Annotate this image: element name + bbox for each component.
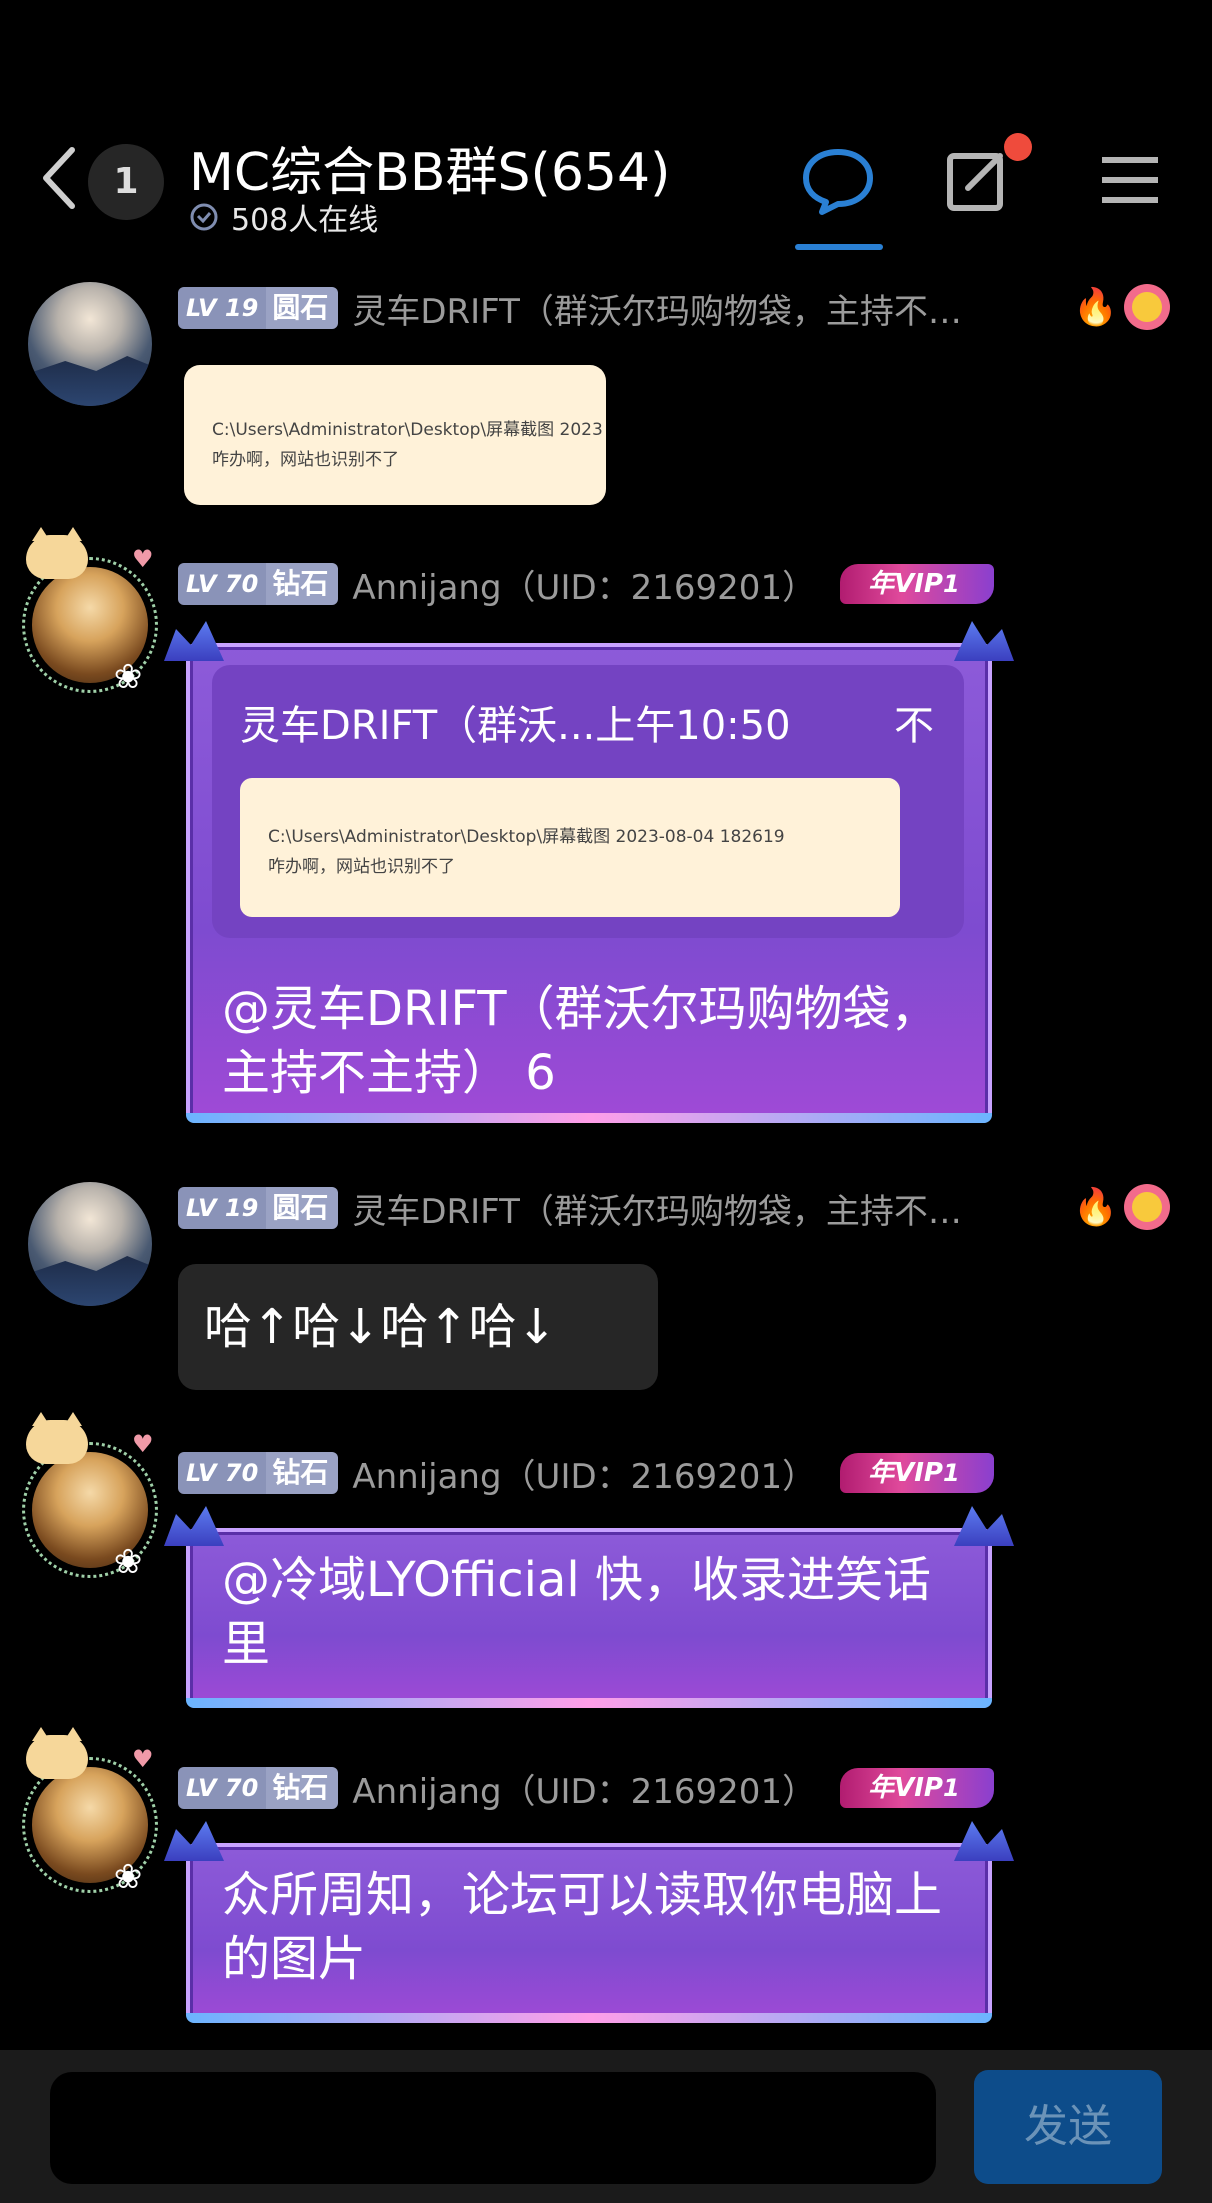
level-badge: LV 19 圆石 bbox=[178, 1187, 339, 1229]
message-text: @灵车DRIFT（群沃尔玛购物袋，主持不主持） 6 bbox=[222, 981, 939, 1101]
vip-label: 年VIP bbox=[868, 1458, 943, 1488]
avatar[interactable] bbox=[28, 1182, 152, 1306]
image-text-line: C:\Users\Administrator\Desktop\屏幕截图 2023… bbox=[268, 827, 785, 847]
chat-header: 1 MC综合BB群S(654) 508人在线 bbox=[0, 0, 1212, 255]
level-number: LV 70 bbox=[178, 563, 267, 605]
vip-level: 1 bbox=[942, 1459, 960, 1487]
username[interactable]: Annijang（UID：2169201） bbox=[352, 1764, 816, 1813]
vip-badge: 年VIP1 bbox=[840, 564, 994, 604]
image-text-line: C:\Users\Administrator\Desktop\屏幕截图 2023 bbox=[212, 420, 603, 440]
user-badges: 🔥 bbox=[1073, 1184, 1170, 1230]
message-bubble[interactable]: 哈↑哈↓哈↑哈↓ bbox=[178, 1264, 658, 1390]
message-item: ♥ ❀ LV 70 钻石 Annijang（UID：2169201） 年VIP1 … bbox=[0, 527, 1212, 1135]
level-number: LV 70 bbox=[178, 1452, 267, 1494]
message-bubble[interactable]: @冷域LYOfficial 快，收录进笑话里 bbox=[186, 1528, 992, 1708]
quoted-image[interactable]: C:\Users\Administrator\Desktop\屏幕截图 2023… bbox=[240, 778, 900, 917]
username[interactable]: Annijang（UID：2169201） bbox=[352, 560, 816, 609]
fire-icon: 🔥 bbox=[1073, 1187, 1118, 1228]
level-rank: 钻石 bbox=[266, 1767, 339, 1809]
level-number: LV 19 bbox=[178, 1187, 267, 1229]
input-bar: 发送 bbox=[0, 2050, 1212, 2203]
username[interactable]: 灵车DRIFT（群沃尔玛购物袋，主持不… bbox=[352, 284, 962, 333]
message-item: LV 19 圆石 灵车DRIFT（群沃尔玛购物袋，主持不… 🔥 哈↑哈↓哈↑哈↓ bbox=[0, 1180, 1212, 1395]
message-text: @冷域LYOfficial 快，收录进笑话里 bbox=[222, 1552, 931, 1672]
level-rank: 钻石 bbox=[266, 563, 339, 605]
online-check-icon bbox=[190, 203, 218, 231]
level-rank: 圆石 bbox=[266, 287, 339, 329]
image-message[interactable]: C:\Users\Administrator\Desktop\屏幕截图 2023… bbox=[184, 365, 606, 505]
avatar[interactable]: ♥ ❀ bbox=[14, 527, 166, 697]
level-rank: 钻石 bbox=[266, 1452, 339, 1494]
online-status: 508人在线 bbox=[189, 195, 378, 239]
message-item: ♥ ❀ LV 70 钻石 Annijang（UID：2169201） 年VIP1 … bbox=[0, 1412, 1212, 1715]
group-title: MC综合BB群S(654) bbox=[189, 143, 671, 203]
message-meta: LV 19 圆石 灵车DRIFT（群沃尔玛购物袋，主持不… bbox=[178, 1184, 962, 1233]
menu-icon[interactable] bbox=[1090, 140, 1170, 220]
message-input[interactable] bbox=[50, 2072, 936, 2184]
avatar[interactable]: ♥ ❀ bbox=[14, 1727, 166, 1897]
image-text-line: 咋办啊，网站也识别不了 bbox=[212, 450, 399, 470]
notification-dot bbox=[1004, 133, 1032, 161]
level-number: LV 19 bbox=[178, 287, 267, 329]
quote-expand-button[interactable]: 不 bbox=[894, 693, 934, 751]
level-badge: LV 70 钻石 bbox=[178, 563, 339, 605]
quote-header: 灵车DRIFT（群沃...上午10:50 bbox=[240, 703, 791, 749]
level-badge: LV 70 钻石 bbox=[178, 1452, 339, 1494]
user-badges: 🔥 bbox=[1073, 284, 1170, 330]
vip-level: 1 bbox=[942, 570, 960, 598]
quoted-reply[interactable]: 灵车DRIFT（群沃...上午10:50 不 C:\Users\Administ… bbox=[212, 665, 964, 938]
message-bubble[interactable]: 灵车DRIFT（群沃...上午10:50 不 C:\Users\Administ… bbox=[186, 643, 992, 1123]
vip-level: 1 bbox=[942, 1774, 960, 1802]
avatar[interactable] bbox=[28, 282, 152, 406]
message-item: ♥ ❀ LV 70 钻石 Annijang（UID：2169201） 年VIP1 … bbox=[0, 1727, 1212, 2035]
message-text: 众所周知，论坛可以读取你电脑上的图片 bbox=[222, 1867, 943, 1987]
chevron-left-icon[interactable] bbox=[36, 140, 86, 216]
level-badge: LV 19 圆石 bbox=[178, 287, 339, 329]
smile-flower-icon bbox=[1124, 284, 1170, 330]
level-rank: 圆石 bbox=[266, 1187, 339, 1229]
message-meta: LV 70 钻石 Annijang（UID：2169201） 年VIP1 bbox=[178, 1764, 994, 1813]
chat-bubble-icon[interactable] bbox=[798, 140, 878, 220]
avatar[interactable]: ♥ ❀ bbox=[14, 1412, 166, 1582]
smile-flower-icon bbox=[1124, 1184, 1170, 1230]
message-text: 哈↑哈↓哈↑哈↓ bbox=[204, 1299, 557, 1355]
send-button[interactable]: 发送 bbox=[974, 2070, 1162, 2184]
level-badge: LV 70 钻石 bbox=[178, 1767, 339, 1809]
unread-count-badge[interactable]: 1 bbox=[88, 144, 164, 220]
username[interactable]: 灵车DRIFT（群沃尔玛购物袋，主持不… bbox=[352, 1184, 962, 1233]
active-tab-indicator bbox=[795, 244, 883, 250]
vip-label: 年VIP bbox=[868, 1773, 943, 1803]
vip-label: 年VIP bbox=[868, 569, 943, 599]
level-number: LV 70 bbox=[178, 1767, 267, 1809]
message-item: LV 19 圆石 灵车DRIFT（群沃尔玛购物袋，主持不… 🔥 C:\Users… bbox=[0, 280, 1212, 510]
vip-badge: 年VIP1 bbox=[840, 1768, 994, 1808]
fire-icon: 🔥 bbox=[1073, 287, 1118, 328]
online-count-text: 508人在线 bbox=[231, 203, 379, 238]
message-meta: LV 70 钻石 Annijang（UID：2169201） 年VIP1 bbox=[178, 1449, 994, 1498]
message-bubble[interactable]: 众所周知，论坛可以读取你电脑上的图片 bbox=[186, 1843, 992, 2023]
vip-badge: 年VIP1 bbox=[840, 1453, 994, 1493]
image-text-line: 咋办啊，网站也识别不了 bbox=[268, 857, 455, 877]
username[interactable]: Annijang（UID：2169201） bbox=[352, 1449, 816, 1498]
message-meta: LV 19 圆石 灵车DRIFT（群沃尔玛购物袋，主持不… bbox=[178, 284, 962, 333]
message-meta: LV 70 钻石 Annijang（UID：2169201） 年VIP1 bbox=[178, 560, 994, 609]
